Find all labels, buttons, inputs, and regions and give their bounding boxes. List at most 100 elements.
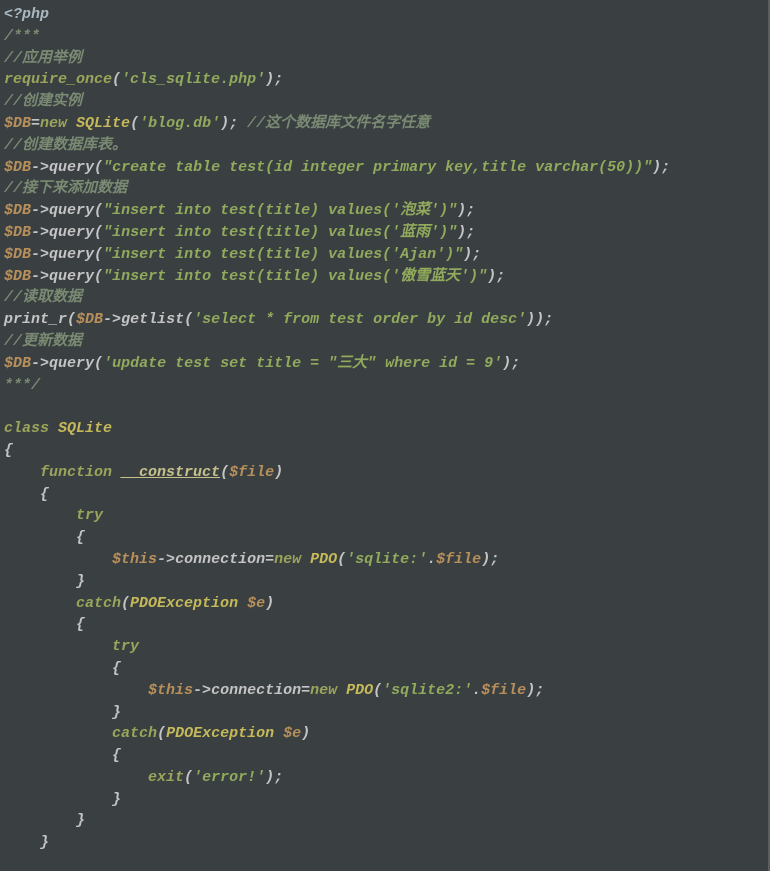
indent	[4, 573, 76, 590]
punct: (	[94, 246, 103, 263]
brace: }	[112, 791, 121, 808]
string: 'sqlite2:'	[382, 682, 472, 699]
var-db: $DB	[76, 311, 103, 328]
arrow: ->	[31, 159, 49, 176]
indent	[4, 638, 112, 655]
string: 'cls_sqlite.php'	[121, 71, 265, 88]
punct: (	[67, 311, 76, 328]
punct: );	[220, 115, 247, 132]
indent	[4, 529, 76, 546]
space	[274, 725, 283, 742]
method-getlist: getlist	[121, 311, 184, 328]
punct: (	[130, 115, 139, 132]
brace: }	[112, 704, 121, 721]
indent	[4, 464, 40, 481]
punct: (	[94, 159, 103, 176]
class-pdo: PDO	[301, 551, 337, 568]
method-query: query	[49, 355, 94, 372]
brace: {	[4, 442, 13, 459]
punct: (	[220, 464, 229, 481]
doc-comment-close: ***/	[4, 377, 40, 394]
punct: (	[112, 71, 121, 88]
kw-function: function	[40, 464, 112, 481]
indent	[4, 725, 112, 742]
string: "insert into test(title) values('蓝雨')"	[103, 224, 457, 241]
doc-comment-open: /***	[4, 28, 40, 45]
class-sqlite: SQLite	[67, 115, 130, 132]
punct: );	[265, 71, 283, 88]
var-db: $DB	[4, 159, 31, 176]
kw-new: new	[40, 115, 67, 132]
string: "insert into test(title) values('傲雪蓝天')"	[103, 268, 487, 285]
punct: );	[265, 769, 283, 786]
indent	[4, 551, 112, 568]
punct: );	[526, 682, 544, 699]
indent	[4, 660, 112, 677]
arrow: ->	[103, 311, 121, 328]
var-file: $file	[229, 464, 274, 481]
brace: {	[40, 486, 49, 503]
punct: );	[502, 355, 520, 372]
class-pdoexception: PDOException	[166, 725, 274, 742]
punct: =	[301, 682, 310, 699]
arrow: ->	[31, 355, 49, 372]
var-db: $DB	[4, 202, 31, 219]
brace: }	[76, 573, 85, 590]
arrow: ->	[31, 246, 49, 263]
punct: (	[157, 725, 166, 742]
punct: );	[652, 159, 670, 176]
arrow: ->	[31, 268, 49, 285]
punct: );	[481, 551, 499, 568]
var-db: $DB	[4, 224, 31, 241]
method-query: query	[49, 268, 94, 285]
punct: =	[31, 115, 40, 132]
method-query: query	[49, 159, 94, 176]
var-this: $this	[112, 551, 157, 568]
fn-construct: __construct	[121, 464, 220, 481]
punct: )	[274, 464, 283, 481]
kw-class: class	[4, 420, 49, 437]
string: 'update test set title = "三大" where id =…	[103, 355, 502, 372]
var-file: $file	[481, 682, 526, 699]
punct: (	[184, 769, 193, 786]
punct: (	[94, 268, 103, 285]
method-query: query	[49, 246, 94, 263]
punct: );	[457, 224, 475, 241]
brace: }	[40, 834, 49, 851]
indent	[4, 791, 112, 808]
var-db: $DB	[4, 115, 31, 132]
method-query: query	[49, 224, 94, 241]
indent	[4, 595, 76, 612]
kw-require: require_once	[4, 71, 112, 88]
kw-catch: catch	[112, 725, 157, 742]
punct: (	[94, 202, 103, 219]
prop-connection: connection	[175, 551, 265, 568]
string: "insert into test(title) values('Ajan')"	[103, 246, 463, 263]
code-editor: <?php /*** //应用举例 require_once('cls_sqli…	[0, 0, 770, 871]
indent	[4, 616, 76, 633]
arrow: ->	[31, 224, 49, 241]
kw-try: try	[112, 638, 139, 655]
indent	[4, 834, 40, 851]
class-pdoexception: PDOException	[130, 595, 238, 612]
indent	[4, 507, 76, 524]
brace: }	[76, 812, 85, 829]
class-pdo: PDO	[337, 682, 373, 699]
string: 'blog.db'	[139, 115, 220, 132]
var-e: $e	[247, 595, 265, 612]
var-this: $this	[148, 682, 193, 699]
punct: );	[463, 246, 481, 263]
string: 'sqlite:'	[346, 551, 427, 568]
var-db: $DB	[4, 268, 31, 285]
punct: =	[265, 551, 274, 568]
string: "create table test(id integer primary ke…	[103, 159, 652, 176]
punct: );	[457, 202, 475, 219]
var-file: $file	[436, 551, 481, 568]
var-db: $DB	[4, 246, 31, 263]
punct: (	[337, 551, 346, 568]
string: 'error!'	[193, 769, 265, 786]
comment-line: //创建实例	[4, 93, 82, 110]
class-sqlite: SQLite	[49, 420, 112, 437]
kw-try: try	[76, 507, 103, 524]
indent	[4, 682, 148, 699]
